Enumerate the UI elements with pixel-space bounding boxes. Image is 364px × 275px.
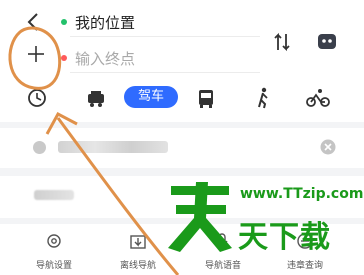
annotation-circle	[8, 26, 62, 90]
watermark-text: 天下载	[238, 220, 331, 255]
annotation-arrow	[56, 117, 180, 275]
watermark-site: www.TTzip.com	[240, 186, 364, 202]
